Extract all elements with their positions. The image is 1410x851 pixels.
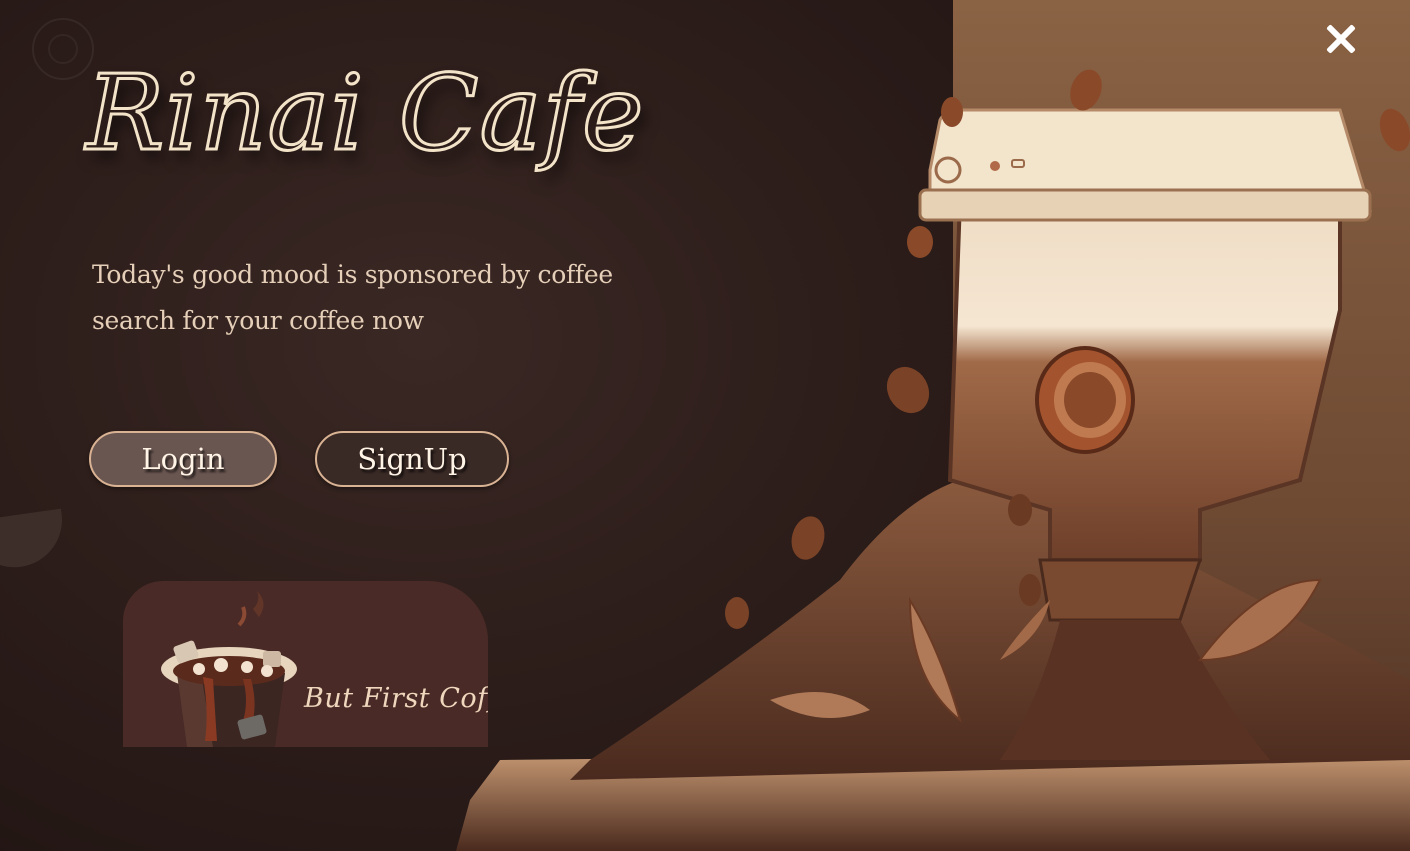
logo-watermark-icon [32, 18, 94, 80]
promo-card: But First Coffee [123, 581, 488, 747]
coffee-cup-illustration [161, 591, 297, 747]
close-icon[interactable] [1320, 18, 1362, 60]
coffee-grinder-illustration [440, 60, 1410, 851]
login-button[interactable]: Login [89, 431, 277, 487]
